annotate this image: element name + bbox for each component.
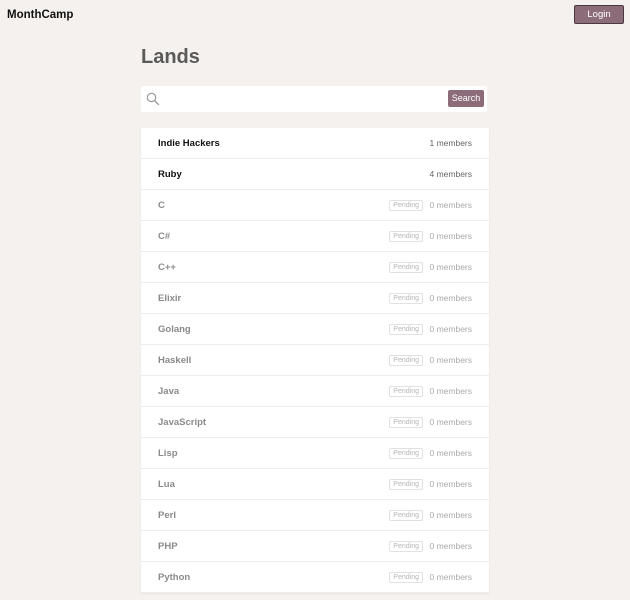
land-name: PHP bbox=[158, 541, 178, 552]
member-count: 0 members bbox=[429, 510, 472, 520]
land-row[interactable]: Lisp Pending 0 members bbox=[141, 438, 489, 469]
pending-status-badge: Pending bbox=[389, 324, 423, 335]
land-name: JavaScript bbox=[158, 417, 207, 428]
land-row[interactable]: Python Pending 0 members bbox=[141, 562, 489, 593]
member-count: 0 members bbox=[429, 541, 472, 551]
search-button[interactable]: Search bbox=[448, 90, 484, 107]
pending-status-badge: Pending bbox=[389, 355, 423, 366]
pending-status-badge: Pending bbox=[389, 479, 423, 490]
member-count: 0 members bbox=[429, 231, 472, 241]
member-count: 0 members bbox=[429, 479, 472, 489]
member-count: 0 members bbox=[429, 324, 472, 334]
member-count: 0 members bbox=[429, 200, 472, 210]
land-row[interactable]: Ruby 4 members bbox=[141, 159, 489, 190]
pending-status-badge: Pending bbox=[389, 417, 423, 428]
lands-list: Indie Hackers 1 members Ruby 4 members C Pend… bbox=[141, 128, 489, 593]
land-row[interactable]: Perl Pending 0 members bbox=[141, 500, 489, 531]
pending-status-badge: Pending bbox=[389, 262, 423, 273]
land-name: Haskell bbox=[158, 355, 192, 366]
member-count: 0 members bbox=[429, 386, 472, 396]
member-count: 4 members bbox=[429, 169, 472, 179]
top-navbar: MonthCamp Login bbox=[0, 0, 630, 40]
land-row[interactable]: Golang Pending 0 members bbox=[141, 314, 489, 345]
page-title: Lands bbox=[141, 46, 200, 68]
land-name: C# bbox=[158, 231, 171, 242]
pending-status-badge: Pending bbox=[389, 541, 423, 552]
member-count: 0 members bbox=[429, 417, 472, 427]
land-name: Java bbox=[158, 386, 180, 397]
member-count: 0 members bbox=[429, 355, 472, 365]
search-bar: Search bbox=[141, 86, 487, 112]
land-row[interactable]: C++ Pending 0 members bbox=[141, 252, 489, 283]
land-row[interactable]: Haskell Pending 0 members bbox=[141, 345, 489, 376]
land-name: Lisp bbox=[158, 448, 178, 459]
land-row[interactable]: JavaScript Pending 0 members bbox=[141, 407, 489, 438]
land-row[interactable]: C Pending 0 members bbox=[141, 190, 489, 221]
pending-status-badge: Pending bbox=[389, 572, 423, 583]
land-name: Perl bbox=[158, 510, 176, 521]
login-button[interactable]: Login bbox=[574, 5, 624, 24]
land-name: Elixir bbox=[158, 293, 182, 304]
land-row[interactable]: C# Pending 0 members bbox=[141, 221, 489, 252]
land-name: Indie Hackers bbox=[158, 138, 220, 149]
member-count: 0 members bbox=[429, 262, 472, 272]
pending-status-badge: Pending bbox=[389, 448, 423, 459]
member-count: 0 members bbox=[429, 293, 472, 303]
pending-status-badge: Pending bbox=[389, 386, 423, 397]
pending-status-badge: Pending bbox=[389, 293, 423, 304]
member-count: 1 members bbox=[429, 138, 472, 148]
land-name: Golang bbox=[158, 324, 191, 335]
pending-status-badge: Pending bbox=[389, 231, 423, 242]
land-row[interactable]: Java Pending 0 members bbox=[141, 376, 489, 407]
member-count: 0 members bbox=[429, 448, 472, 458]
land-row[interactable]: PHP Pending 0 members bbox=[141, 531, 489, 562]
land-name: Ruby bbox=[158, 169, 182, 180]
land-row[interactable]: Elixir Pending 0 members bbox=[141, 283, 489, 314]
land-name: C++ bbox=[158, 262, 176, 273]
land-name: C bbox=[158, 200, 165, 211]
search-icon bbox=[146, 92, 160, 106]
search-input[interactable] bbox=[165, 89, 465, 109]
land-row[interactable]: Lua Pending 0 members bbox=[141, 469, 489, 500]
land-name: Lua bbox=[158, 479, 175, 490]
pending-status-badge: Pending bbox=[389, 200, 423, 211]
brand-logo[interactable]: MonthCamp bbox=[7, 9, 73, 21]
land-name: Python bbox=[158, 572, 191, 583]
pending-status-badge: Pending bbox=[389, 510, 423, 521]
member-count: 0 members bbox=[429, 572, 472, 582]
land-row[interactable]: Indie Hackers 1 members bbox=[141, 128, 489, 159]
